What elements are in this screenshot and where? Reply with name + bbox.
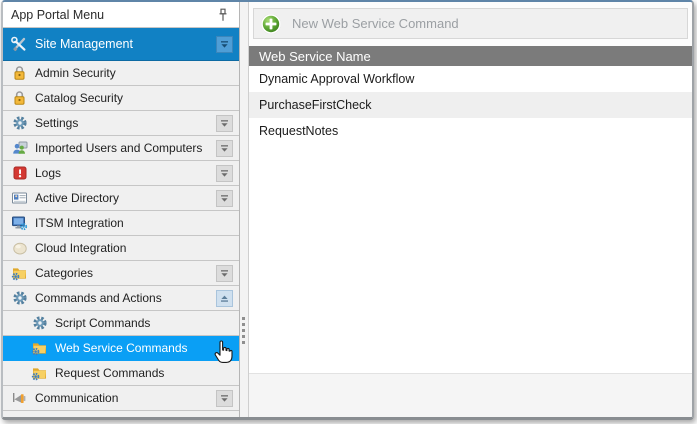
sidebar-item-commands-and-actions[interactable]: Commands and Actions <box>3 286 239 311</box>
monitor-gear-icon <box>11 215 28 232</box>
sidebar-item-label: Settings <box>35 116 216 130</box>
sidebar-filler <box>3 411 239 417</box>
splitter-grip-icon <box>242 317 245 344</box>
sidebar-item-itsm-integration[interactable]: ITSM Integration <box>3 211 239 236</box>
sidebar-item-label: Web Service Commands <box>55 341 233 355</box>
sidebar-item-label: Active Directory <box>35 191 216 205</box>
folder-gear-icon <box>31 340 48 357</box>
alert-log-icon <box>11 165 28 182</box>
sidebar-item-label: Imported Users and Computers <box>35 141 216 155</box>
sidebar-item-label: ITSM Integration <box>35 216 233 230</box>
sidebar-item-logs[interactable]: Logs <box>3 161 239 186</box>
grid-empty-area <box>249 144 692 373</box>
collapse-arrow-button[interactable] <box>216 140 233 157</box>
expand-arrow-button[interactable] <box>216 290 233 307</box>
lock-icon <box>11 90 28 107</box>
gear-icon <box>11 115 28 132</box>
sidebar-item-label: Categories <box>35 266 216 280</box>
sidebar-item-site-management[interactable]: Site Management <box>3 28 239 61</box>
sidebar-item-label: Request Commands <box>55 366 233 380</box>
sidebar-item-settings[interactable]: Settings <box>3 111 239 136</box>
sidebar-item-label: Script Commands <box>55 316 233 330</box>
pushpin-icon[interactable] <box>215 7 231 23</box>
sidebar-item-active-directory[interactable]: Active Directory <box>3 186 239 211</box>
sidebar-item-cloud-integration[interactable]: Cloud Integration <box>3 236 239 261</box>
gear-icon <box>31 315 48 332</box>
app-portal-window: App Portal Menu Site Management Admin Se… <box>1 0 694 420</box>
sidebar-item-communication[interactable]: Communication <box>3 386 239 411</box>
sidebar-item-label: Cloud Integration <box>35 241 233 255</box>
folder-gear-icon <box>11 265 28 282</box>
cloud-icon <box>11 240 28 257</box>
sidebar-item-label: Admin Security <box>35 66 233 80</box>
sidebar-item-request-commands[interactable]: Request Commands <box>3 361 239 386</box>
panel-splitter[interactable] <box>240 2 249 417</box>
sidebar: App Portal Menu Site Management Admin Se… <box>3 2 240 417</box>
main-panel: New Web Service Command Web Service Name… <box>249 2 692 417</box>
users-icon <box>11 140 28 157</box>
sidebar-item-imported-users-and-computers[interactable]: Imported Users and Computers <box>3 136 239 161</box>
sidebar-item-catalog-security[interactable]: Catalog Security <box>3 86 239 111</box>
sidebar-item-label: Site Management <box>35 37 216 51</box>
sidebar-item-label: Catalog Security <box>35 91 233 105</box>
id-card-icon <box>11 190 28 207</box>
sidebar-item-web-service-commands[interactable]: Web Service Commands <box>3 336 239 361</box>
collapse-arrow-button[interactable] <box>216 165 233 182</box>
collapse-arrow-button[interactable] <box>216 36 233 53</box>
grid-row-purchasefirstcheck[interactable]: PurchaseFirstCheck <box>249 92 692 118</box>
gear-icon <box>11 290 28 307</box>
main-footer <box>249 373 692 417</box>
grid-row-requestnotes[interactable]: RequestNotes <box>249 118 692 144</box>
collapse-arrow-button[interactable] <box>216 265 233 282</box>
collapse-arrow-button[interactable] <box>216 390 233 407</box>
sidebar-item-categories[interactable]: Categories <box>3 261 239 286</box>
sidebar-item-label: Logs <box>35 166 216 180</box>
grid-row-dynamic-approval-workflow[interactable]: Dynamic Approval Workflow <box>249 66 692 92</box>
toolbar: New Web Service Command <box>253 8 688 39</box>
folder-gear-icon <box>31 365 48 382</box>
tools-icon <box>11 36 28 53</box>
sidebar-item-label: Communication <box>35 391 216 405</box>
sidebar-title: App Portal Menu <box>11 8 215 22</box>
new-web-service-command-label[interactable]: New Web Service Command <box>292 16 459 31</box>
sidebar-item-script-commands[interactable]: Script Commands <box>3 311 239 336</box>
collapse-arrow-button[interactable] <box>216 115 233 132</box>
web-service-grid: Web Service Name Dynamic Approval Workfl… <box>249 46 692 373</box>
new-web-service-command-button[interactable] <box>260 13 282 35</box>
megaphone-icon <box>11 390 28 407</box>
sidebar-item-label: Commands and Actions <box>35 291 216 305</box>
grid-column-header[interactable]: Web Service Name <box>249 46 692 66</box>
sidebar-item-admin-security[interactable]: Admin Security <box>3 61 239 86</box>
collapse-arrow-button[interactable] <box>216 190 233 207</box>
sidebar-header: App Portal Menu <box>3 2 239 28</box>
lock-icon <box>11 65 28 82</box>
